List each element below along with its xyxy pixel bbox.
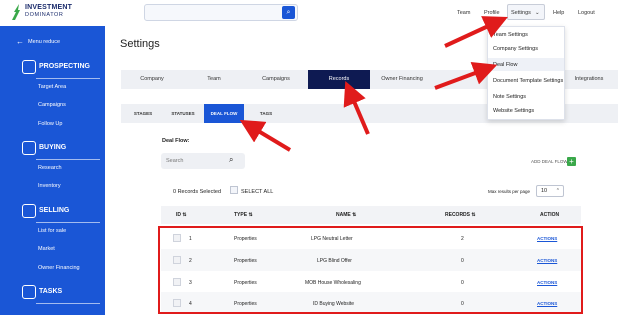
arrow-to-settings-icon xyxy=(444,16,508,48)
arrow-to-deal-flow-icon xyxy=(434,61,498,90)
arrow-to-subtab-deal-flow-icon xyxy=(239,119,292,152)
app: INVESTMENT DOMINATOR ← Menu reduce PROSP… xyxy=(0,0,624,315)
annotation-arrows xyxy=(239,16,508,152)
arrow-to-records-icon xyxy=(343,80,370,135)
